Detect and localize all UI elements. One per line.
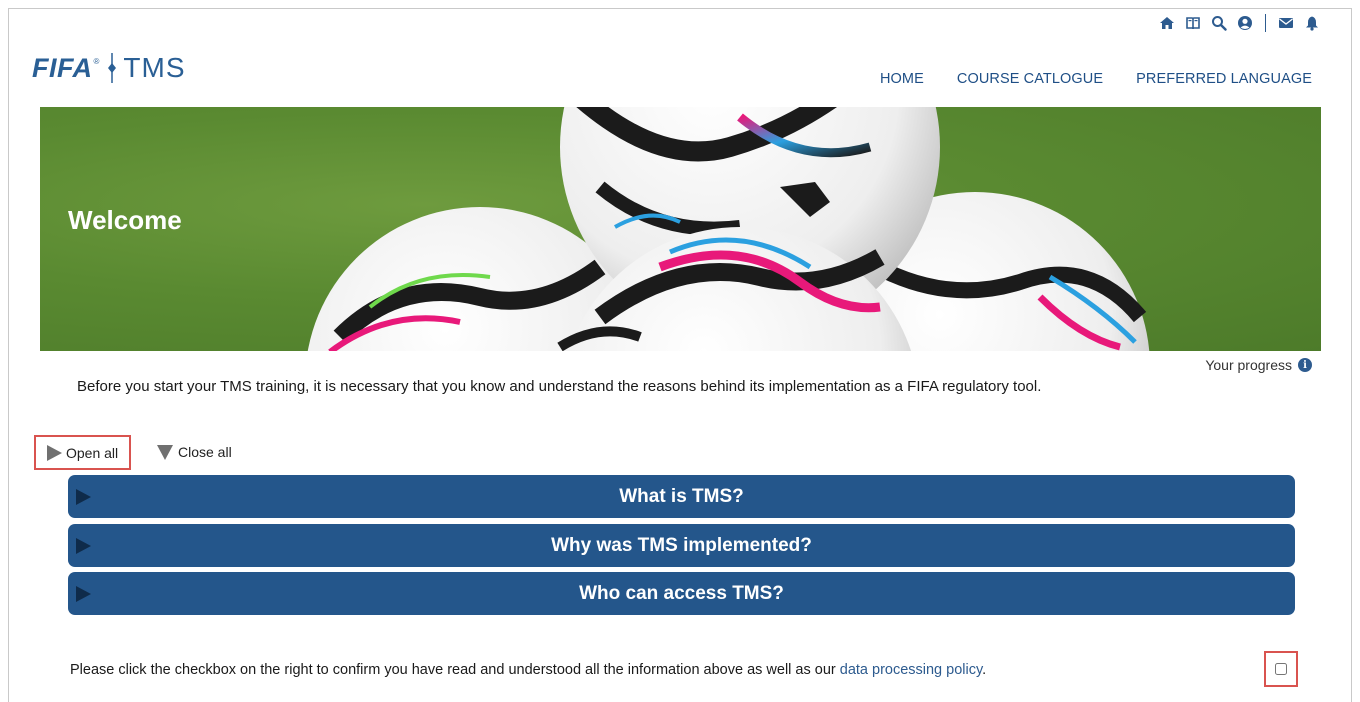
section-title: Who can access TMS? — [579, 582, 784, 604]
section-title: Why was TMS implemented? — [551, 534, 812, 556]
section-toggle-icon — [76, 538, 91, 554]
logo-registered-mark: ® — [93, 56, 100, 66]
utility-divider — [1265, 14, 1266, 32]
confirm-text: Please click the checkbox on the right t… — [70, 662, 986, 678]
open-all-button[interactable]: Open all — [34, 435, 131, 470]
main-nav: HOME COURSE CATLOGUE PREFERRED LANGUAGE — [880, 71, 1312, 87]
confirm-suffix: . — [982, 662, 987, 678]
footballs-image — [307, 107, 1150, 351]
banner-title: Welcome — [68, 205, 182, 235]
open-all-label: Open all — [66, 444, 119, 461]
section-toggle-icon — [76, 586, 91, 602]
logo-divider-icon — [108, 53, 117, 83]
close-all-button[interactable]: Close all — [157, 444, 232, 460]
bell-icon[interactable] — [1304, 15, 1320, 31]
nav-home[interactable]: HOME — [880, 71, 924, 87]
info-icon[interactable]: i — [1298, 358, 1312, 372]
intro-text: Before you start your TMS training, it i… — [77, 378, 1042, 395]
close-all-label: Close all — [178, 444, 232, 460]
home-icon[interactable] — [1159, 15, 1175, 31]
search-icon[interactable] — [1211, 15, 1227, 31]
confirm-message: Please click the checkbox on the right t… — [70, 662, 840, 678]
logo-tms-text: TMS — [123, 52, 186, 83]
collapse-arrow-icon — [157, 444, 173, 460]
confirm-checkbox-wrapper — [1264, 651, 1298, 687]
logo-fifa-text: FIFA — [32, 52, 93, 83]
site-logo[interactable]: FIFA ® TMS — [32, 52, 186, 84]
section-why-implemented[interactable]: Why was TMS implemented? — [68, 524, 1295, 567]
book-icon[interactable] — [1185, 15, 1201, 31]
nav-course-catalogue[interactable]: COURSE CATLOGUE — [957, 71, 1103, 87]
user-icon[interactable] — [1237, 15, 1253, 31]
confirm-checkbox[interactable] — [1275, 663, 1287, 675]
utility-icons — [1159, 14, 1320, 32]
welcome-banner: Welcome — [40, 107, 1321, 351]
progress-indicator: Your progress i — [1205, 357, 1312, 373]
progress-label: Your progress — [1205, 357, 1292, 373]
section-what-is-tms[interactable]: What is TMS? — [68, 475, 1295, 518]
nav-preferred-language[interactable]: PREFERRED LANGUAGE — [1136, 71, 1312, 87]
section-title: What is TMS? — [619, 485, 744, 507]
expand-arrow-icon — [47, 444, 62, 461]
envelope-icon[interactable] — [1278, 15, 1294, 31]
section-who-can-access[interactable]: Who can access TMS? — [68, 572, 1295, 615]
data-processing-policy-link[interactable]: data processing policy — [840, 662, 982, 678]
section-toggle-icon — [76, 489, 91, 505]
